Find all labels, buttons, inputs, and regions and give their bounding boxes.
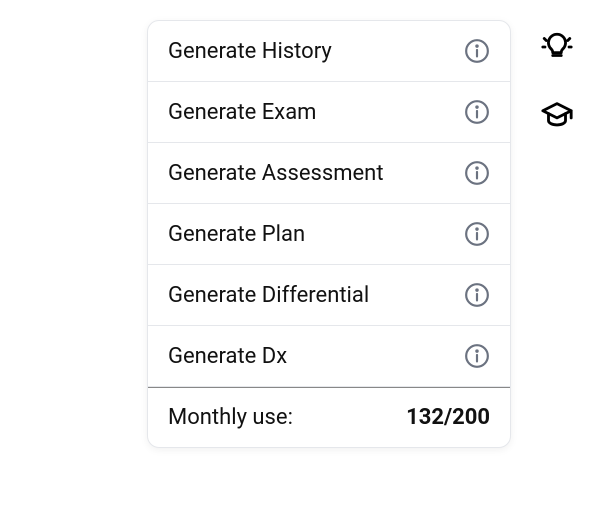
usage-label: Monthly use:	[168, 405, 293, 430]
menu-item-generate-exam[interactable]: Generate Exam	[148, 82, 510, 143]
info-icon[interactable]	[464, 221, 490, 247]
info-icon[interactable]	[464, 99, 490, 125]
menu-item-generate-plan[interactable]: Generate Plan	[148, 204, 510, 265]
menu-item-label: Generate Dx	[168, 344, 287, 369]
info-icon[interactable]	[464, 282, 490, 308]
usage-row: Monthly use: 132/200	[148, 387, 510, 447]
menu-item-label: Generate Assessment	[168, 161, 384, 186]
menu-item-generate-assessment[interactable]: Generate Assessment	[148, 143, 510, 204]
generate-menu-panel: Generate History Generate Exam Generate …	[147, 20, 511, 448]
info-icon[interactable]	[464, 343, 490, 369]
menu-item-label: Generate Plan	[168, 222, 305, 247]
side-icon-bar	[540, 30, 574, 132]
usage-value: 132/200	[406, 405, 490, 430]
graduation-cap-icon[interactable]	[540, 98, 574, 132]
menu-item-label: Generate Differential	[168, 283, 369, 308]
menu-item-label: Generate History	[168, 39, 332, 64]
menu-item-generate-differential[interactable]: Generate Differential	[148, 265, 510, 326]
menu-item-generate-dx[interactable]: Generate Dx	[148, 326, 510, 387]
lightbulb-icon[interactable]	[540, 30, 574, 64]
info-icon[interactable]	[464, 38, 490, 64]
menu-item-generate-history[interactable]: Generate History	[148, 21, 510, 82]
info-icon[interactable]	[464, 160, 490, 186]
menu-item-label: Generate Exam	[168, 100, 316, 125]
